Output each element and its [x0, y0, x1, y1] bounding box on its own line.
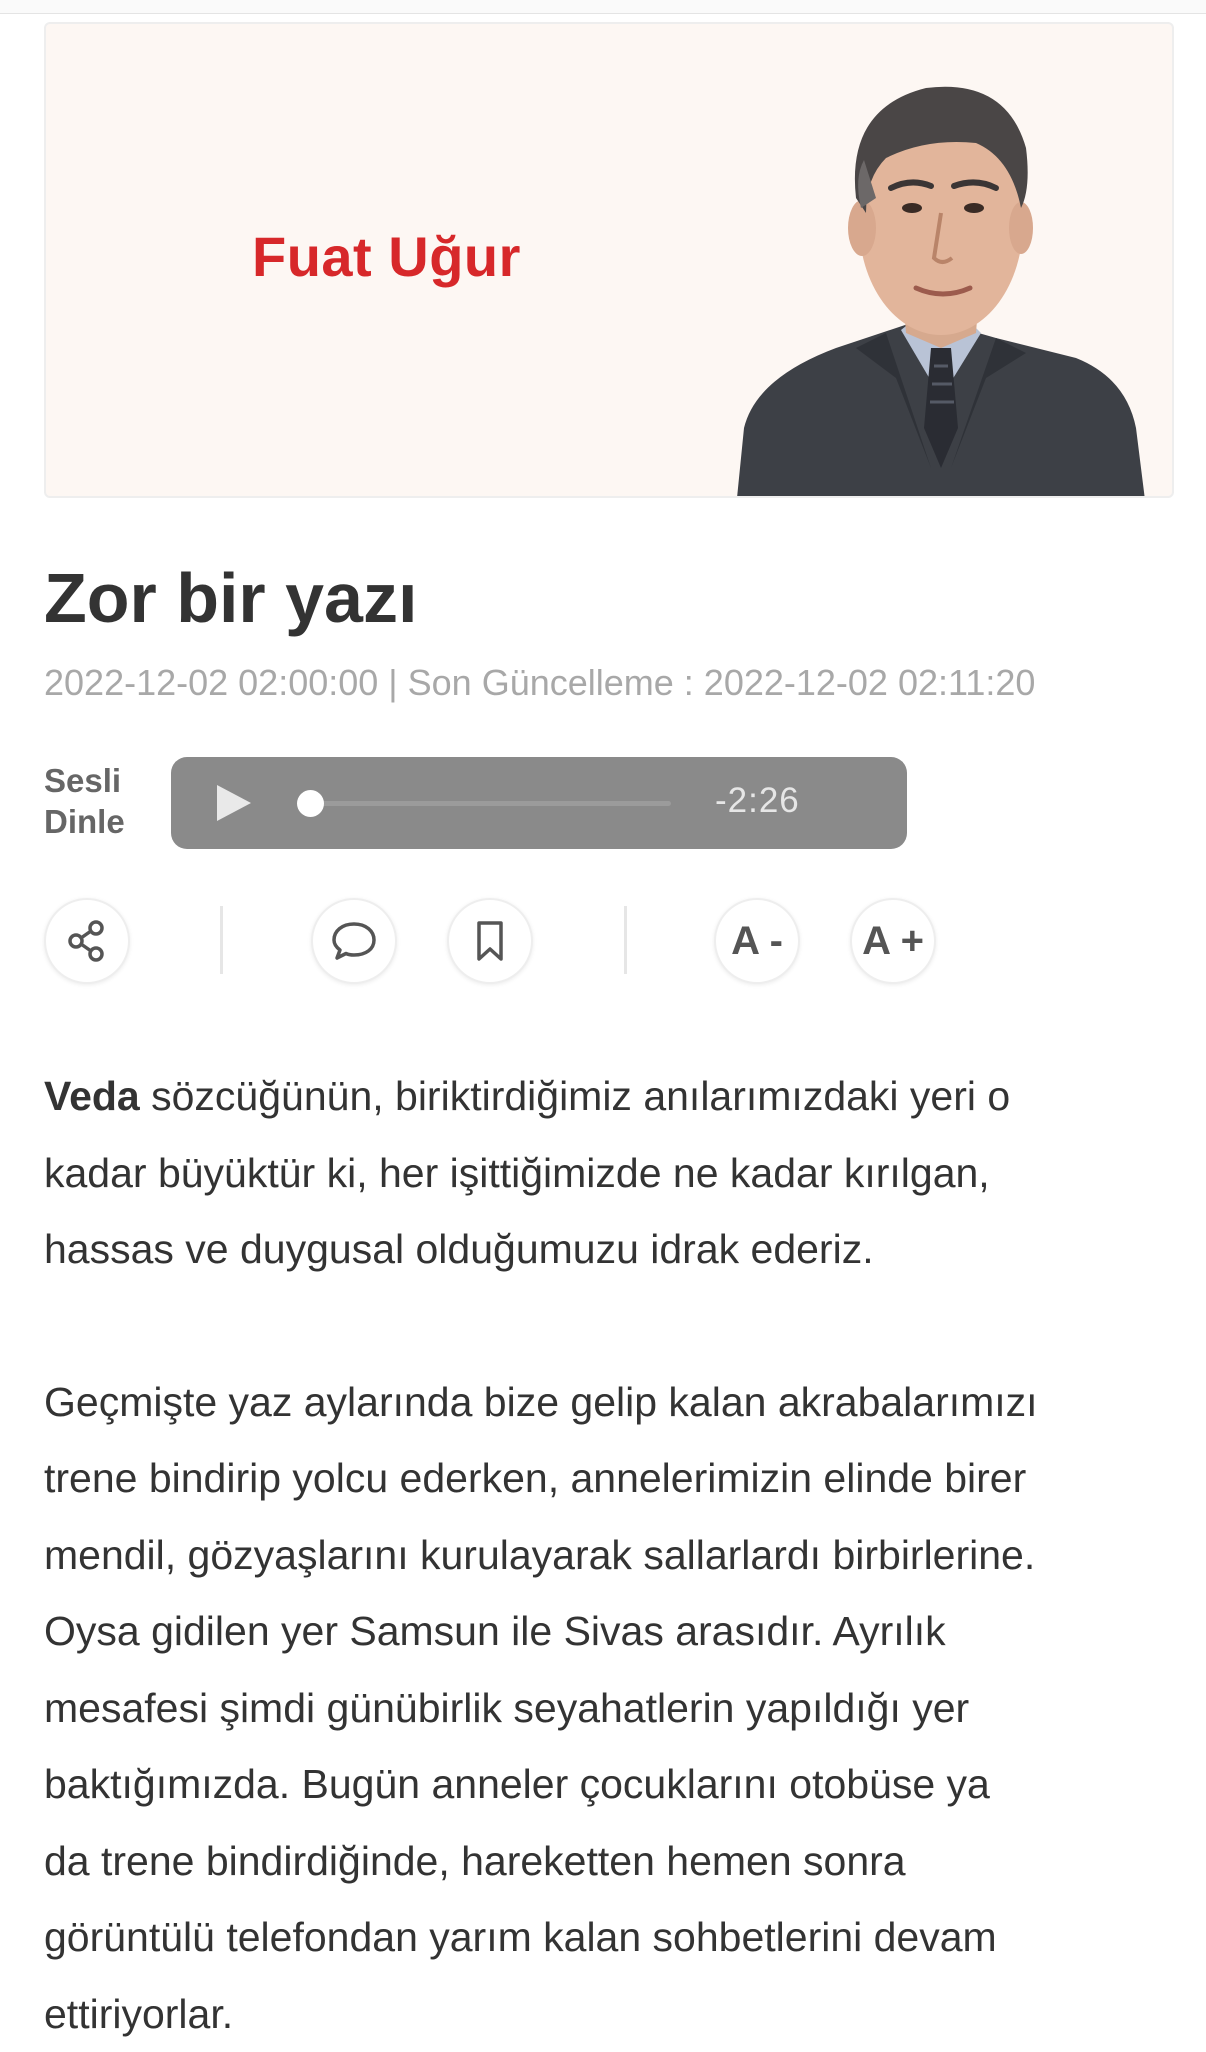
paragraph-line: ettiriyorlar. [44, 1976, 1174, 2052]
toolbar-divider [624, 906, 627, 974]
paragraph-line: trene bindirip yolcu ederken, annelerimi… [44, 1440, 1174, 1517]
paragraph-line: Geçmişte yaz aylarında bize gelip kalan … [44, 1364, 1174, 1441]
comment-button[interactable] [311, 898, 397, 984]
paragraph-line: mendil, gözyaşlarını kurulayarak sallarl… [44, 1517, 1174, 1594]
paragraph-line: baktığımızda. Bugün anneler çocuklarını … [44, 1746, 1174, 1823]
bookmark-button[interactable] [447, 898, 533, 984]
author-photo [726, 48, 1166, 498]
paragraph-line: da trene bindirdiğinde, hareketten hemen… [44, 1823, 1174, 1900]
article-body: Veda sözcüğünün, biriktirdiğimiz anıları… [44, 1058, 1174, 2052]
paragraph-line: kadar büyüktür ki, her işittiğimizde ne … [44, 1135, 1174, 1212]
top-edge [0, 0, 1206, 14]
audio-label-line2: Dinle [44, 801, 154, 842]
font-decrease-button[interactable]: A - [714, 898, 800, 984]
article-dateline: 2022-12-02 02:00:00 | Son Güncelleme : 2… [44, 662, 1035, 704]
paragraph: Veda sözcüğünün, biriktirdiğimiz anıları… [44, 1058, 1174, 1135]
audio-label-line1: Sesli [44, 760, 154, 801]
toolbar-divider [220, 906, 223, 974]
share-icon [64, 918, 110, 964]
paragraph-line: hassas ve duygusal olduğumuzu idrak eder… [44, 1211, 1174, 1288]
audio-progress-knob[interactable] [297, 790, 324, 817]
author-name[interactable]: Fuat Uğur [252, 224, 521, 289]
paragraph-line: sözcüğünün, biriktirdiğimiz anılarımızda… [140, 1073, 1010, 1119]
paragraph-line: görüntülü telefondan yarım kalan sohbetl… [44, 1899, 1174, 1976]
play-icon[interactable] [211, 781, 255, 825]
audio-progress-track[interactable] [307, 801, 671, 806]
paragraph-gap [44, 1288, 1174, 1364]
audio-player: -2:26 [171, 757, 907, 849]
paragraph-line: Oysa gidilen yer Samsun ile Sivas arasıd… [44, 1593, 1174, 1670]
article-title: Zor bir yazı [44, 558, 417, 638]
paragraph-line: mesafesi şimdi günübirlik seyahatlerin y… [44, 1670, 1174, 1747]
author-card[interactable]: Fuat Uğur [44, 22, 1174, 498]
comment-icon [330, 918, 378, 964]
share-button[interactable] [44, 898, 130, 984]
audio-time-remaining: -2:26 [715, 781, 800, 821]
font-increase-button[interactable]: A + [850, 898, 936, 984]
paragraph-lead: Veda [44, 1073, 140, 1119]
bookmark-icon [470, 918, 510, 964]
audio-label: Sesli Dinle [44, 760, 154, 842]
